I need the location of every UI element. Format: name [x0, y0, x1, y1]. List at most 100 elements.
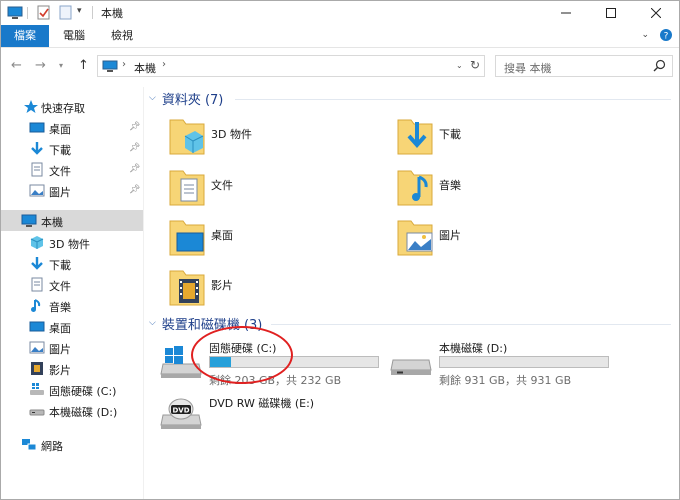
network-icon	[22, 439, 37, 451]
sidebar-item-label: 桌面	[49, 322, 71, 335]
sidebar-item-3d-objects[interactable]: 3D 物件	[1, 232, 143, 253]
sidebar-item-label: 圖片	[49, 186, 71, 199]
sidebar-item-pictures[interactable]: 圖片 📌︎	[1, 180, 143, 201]
title-bar: ▾ 本機	[1, 1, 679, 25]
download-icon	[31, 142, 43, 155]
sidebar-item-downloads-pc[interactable]: 下載	[1, 253, 143, 274]
folder-label: 下載	[439, 128, 461, 141]
dvd-drive-icon: DVD	[160, 398, 202, 429]
this-pc-icon	[102, 60, 118, 72]
sidebar-item-this-pc[interactable]: 本機	[1, 210, 143, 231]
customize-toolbar-icon[interactable]: ▾	[77, 6, 82, 16]
folder-label: 3D 物件	[211, 128, 252, 141]
drive-usage-bar	[439, 356, 609, 368]
back-arrow-icon[interactable]: ←	[11, 58, 22, 73]
chevron-right-icon[interactable]: ›	[122, 59, 126, 70]
annotation-circle	[191, 326, 293, 384]
sidebar-item-label: 固態硬碟 (C:)	[49, 385, 117, 398]
tab-file[interactable]: 檔案	[1, 25, 49, 47]
svg-text:DVD: DVD	[172, 407, 189, 415]
sidebar-item-videos[interactable]: 影片	[1, 358, 143, 379]
sidebar-item-label: 本機	[41, 216, 63, 229]
close-icon	[650, 8, 661, 18]
sidebar-item-desktop-pc[interactable]: 桌面	[1, 316, 143, 337]
sidebar-item-documents[interactable]: 文件 📌︎	[1, 159, 143, 180]
folder-label: 文件	[211, 179, 233, 192]
new-folder-icon[interactable]	[59, 5, 72, 20]
sidebar-item-label: 音樂	[49, 301, 71, 314]
desktop-folder-icon	[169, 220, 205, 256]
properties-icon[interactable]	[37, 5, 51, 20]
search-input[interactable]: 搜尋 本機	[495, 55, 673, 77]
sidebar-item-network[interactable]: 網路	[1, 434, 143, 455]
recent-locations-icon[interactable]: ▾	[59, 61, 63, 70]
desktop-icon	[29, 321, 45, 332]
sidebar-item-music[interactable]: 音樂	[1, 295, 143, 316]
drive-d[interactable]: 本機磁碟 (D:) 剩餘 931 GB，共 931 GB	[389, 338, 619, 388]
window-title: 本機	[101, 7, 123, 20]
folder-label: 影片	[211, 279, 233, 292]
search-icon[interactable]	[653, 59, 666, 72]
sidebar-item-downloads[interactable]: 下載 📌︎	[1, 138, 143, 159]
ribbon-tabs: 檔案 電腦 檢視 ⌄ ?	[1, 25, 679, 47]
folder-label: 音樂	[439, 179, 461, 192]
sidebar-item-drive-d[interactable]: 本機磁碟 (D:)	[1, 400, 143, 421]
maximize-button[interactable]	[588, 1, 633, 25]
star-icon	[24, 100, 38, 113]
document-icon	[31, 162, 43, 177]
folder-videos[interactable]: 影片	[169, 265, 389, 311]
sidebar-item-pictures-pc[interactable]: 圖片	[1, 337, 143, 358]
sidebar-item-label: 快速存取	[41, 102, 85, 115]
refresh-icon[interactable]: ↻	[470, 58, 480, 72]
sidebar-item-quick-access[interactable]: 快速存取	[1, 96, 143, 117]
address-dropdown-icon[interactable]: ⌄	[456, 61, 463, 70]
tab-computer[interactable]: 電腦	[53, 25, 95, 47]
chevron-right-icon[interactable]: ›	[162, 59, 166, 70]
tab-view[interactable]: 檢視	[101, 25, 143, 47]
close-button[interactable]	[633, 1, 678, 25]
pin-icon[interactable]: 📌︎	[129, 122, 140, 132]
folder-music[interactable]: 音樂	[397, 165, 617, 211]
drive-free-space: 剩餘 931 GB，共 931 GB	[439, 374, 572, 387]
sidebar-item-label: 文件	[49, 165, 71, 178]
address-path[interactable]: 本機	[134, 60, 156, 76]
chevron-down-icon[interactable]: ⌵	[149, 318, 156, 328]
pictures-icon	[29, 341, 45, 354]
pictures-folder-icon	[397, 220, 433, 256]
chevron-down-icon[interactable]: ⌵	[149, 93, 156, 103]
up-arrow-icon[interactable]: ↑	[78, 58, 89, 73]
folder-downloads[interactable]: 下載	[397, 114, 617, 160]
minimize-button[interactable]	[543, 1, 588, 25]
pin-icon[interactable]: 📌︎	[129, 164, 140, 174]
navigation-pane: 快速存取 桌面 📌︎ 下載 📌︎ 文件 📌︎ 圖片 📌︎ 本機 3D 物件 下載…	[1, 87, 143, 499]
this-pc-icon	[21, 214, 37, 227]
help-icon[interactable]: ?	[659, 28, 673, 42]
sidebar-item-drive-c[interactable]: 固態硬碟 (C:)	[1, 379, 143, 400]
sidebar-item-label: 影片	[49, 364, 71, 377]
sidebar-item-label: 本機磁碟 (D:)	[49, 406, 118, 419]
folder-3d-objects[interactable]: 3D 物件	[169, 114, 389, 160]
videos-folder-icon	[169, 270, 205, 306]
expand-ribbon-icon[interactable]: ⌄	[641, 30, 649, 40]
folder-pictures[interactable]: 圖片	[397, 215, 617, 261]
sidebar-item-desktop[interactable]: 桌面 📌︎	[1, 117, 143, 138]
folder-documents[interactable]: 文件	[169, 165, 389, 211]
folder-label: 桌面	[211, 229, 233, 242]
sidebar-item-documents-pc[interactable]: 文件	[1, 274, 143, 295]
address-bar[interactable]: › 本機 › ⌄ ↻	[97, 55, 485, 77]
desktop-icon	[29, 122, 45, 133]
sidebar-item-label: 文件	[49, 280, 71, 293]
folder-desktop[interactable]: 桌面	[169, 215, 389, 261]
minimize-icon	[560, 12, 571, 14]
3d-objects-icon	[30, 236, 44, 249]
windows-drive-icon	[30, 383, 44, 395]
folders-group-title: 資料夾 (7)	[161, 92, 224, 108]
pin-icon[interactable]: 📌︎	[129, 185, 140, 195]
download-icon	[31, 257, 43, 270]
this-pc-icon[interactable]	[7, 5, 23, 20]
folders-group-header[interactable]: ⌵ 資料夾 (7)	[149, 88, 223, 108]
drive-e[interactable]: DVD DVD RW 磁碟機 (E:)	[159, 391, 389, 441]
forward-arrow-icon[interactable]: →	[35, 58, 46, 73]
pin-icon[interactable]: 📌︎	[129, 143, 140, 153]
sidebar-item-label: 網路	[41, 440, 63, 453]
